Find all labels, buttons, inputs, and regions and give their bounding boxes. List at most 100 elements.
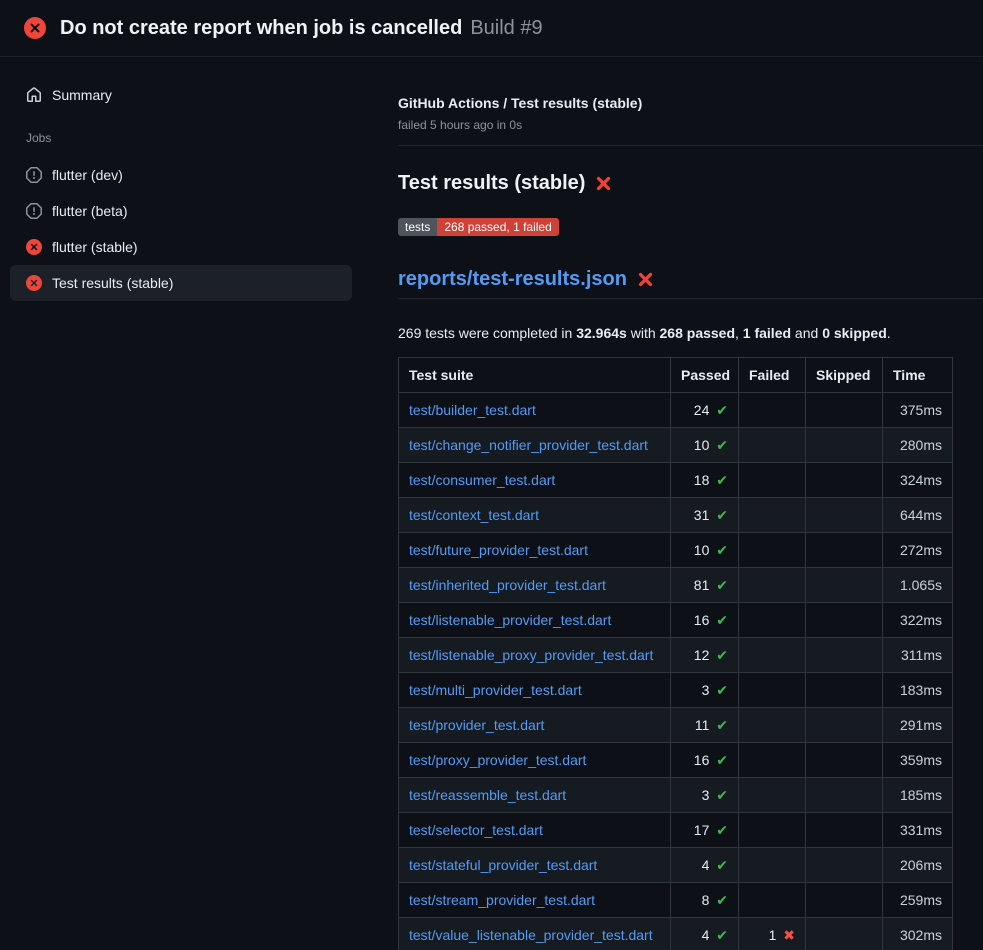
- table-row: test/selector_test.dart17 ✔331ms: [399, 813, 953, 848]
- report-title: reports/test-results.json: [398, 266, 983, 299]
- passed-cell: 16 ✔: [671, 743, 739, 778]
- sidebar-item-flutter-beta[interactable]: flutter (beta): [10, 193, 352, 229]
- suite-link[interactable]: test/reassemble_test.dart: [409, 787, 566, 803]
- suite-link[interactable]: test/listenable_provider_test.dart: [409, 612, 611, 628]
- time-cell: 272ms: [883, 533, 953, 568]
- report-link[interactable]: reports/test-results.json: [398, 266, 627, 292]
- check-icon: ✔: [716, 787, 728, 803]
- check-icon: ✔: [716, 717, 728, 733]
- suite-link[interactable]: test/listenable_proxy_provider_test.dart: [409, 647, 653, 663]
- summary-text: with: [627, 325, 660, 341]
- skipped-cell: [806, 533, 883, 568]
- failed-cell: [739, 428, 806, 463]
- check-icon: ✔: [716, 542, 728, 558]
- table-row: test/stream_provider_test.dart8 ✔259ms: [399, 883, 953, 918]
- table-row: test/stateful_provider_test.dart4 ✔206ms: [399, 848, 953, 883]
- table-row: test/consumer_test.dart 18 ✔ 324ms: [399, 463, 953, 498]
- skipped-cell: [806, 708, 883, 743]
- skipped-cell: [806, 883, 883, 918]
- failed-icon: [26, 239, 42, 255]
- table-row: test/proxy_provider_test.dart 16 ✔ 359ms: [399, 743, 953, 778]
- passed-cell: 3 ✔: [671, 778, 739, 813]
- results-table: Test suite Passed Failed Skipped Time te…: [398, 357, 953, 950]
- suite-link[interactable]: test/builder_test.dart: [409, 402, 536, 418]
- suite-link[interactable]: test/inherited_provider_test.dart: [409, 577, 606, 593]
- main-panel: GitHub Actions / Test results (stable) f…: [370, 57, 983, 950]
- table-header-row: Test suite Passed Failed Skipped Time: [399, 358, 953, 393]
- summary-text: ,: [735, 325, 743, 341]
- passed-cell: 4 ✔: [671, 848, 739, 883]
- suite-link[interactable]: test/selector_test.dart: [409, 822, 543, 838]
- badge-value: 268 passed, 1 failed: [437, 218, 558, 236]
- time-cell: 324ms: [883, 463, 953, 498]
- sidebar-item-label: flutter (beta): [52, 203, 127, 219]
- cancelled-icon: [26, 167, 42, 183]
- suite-cell: test/builder_test.dart: [399, 393, 671, 428]
- suite-link[interactable]: test/consumer_test.dart: [409, 472, 555, 488]
- sidebar-item-flutter-stable[interactable]: flutter (stable): [10, 229, 352, 265]
- passed-cell: 4 ✔: [671, 918, 739, 950]
- sidebar-item-test-results-stable[interactable]: Test results (stable): [10, 265, 352, 301]
- passed-cell: 18 ✔: [671, 463, 739, 498]
- skipped-cell: [806, 393, 883, 428]
- sidebar-item-summary[interactable]: Summary: [10, 77, 352, 113]
- failed-cell: [739, 393, 806, 428]
- skipped-cell: [806, 778, 883, 813]
- cross-mark-icon: [637, 271, 654, 288]
- sidebar-item-label: Test results (stable): [52, 275, 173, 291]
- col-header-skipped: Skipped: [806, 358, 883, 393]
- suite-cell: test/listenable_proxy_provider_test.dart: [399, 638, 671, 673]
- sidebar-item-label: Summary: [52, 87, 112, 103]
- col-header-passed: Passed: [671, 358, 739, 393]
- suite-cell: test/selector_test.dart: [399, 813, 671, 848]
- skipped-cell: [806, 673, 883, 708]
- check-icon: ✔: [716, 647, 728, 663]
- home-icon: [26, 87, 42, 103]
- time-cell: 259ms: [883, 883, 953, 918]
- check-icon: ✔: [716, 927, 728, 943]
- skipped-cell: [806, 428, 883, 463]
- time-cell: 644ms: [883, 498, 953, 533]
- suite-cell: test/inherited_provider_test.dart: [399, 568, 671, 603]
- time-cell: 359ms: [883, 743, 953, 778]
- run-meta: failed 5 hours ago in 0s: [398, 117, 983, 133]
- table-row: test/builder_test.dart24 ✔375ms: [399, 393, 953, 428]
- failed-cell: [739, 673, 806, 708]
- table-row: test/multi_provider_test.dart3 ✔183ms: [399, 673, 953, 708]
- suite-cell: test/reassemble_test.dart: [399, 778, 671, 813]
- time-cell: 375ms: [883, 393, 953, 428]
- summary-number: 268 passed: [660, 325, 736, 341]
- passed-cell: 3 ✔: [671, 673, 739, 708]
- time-cell: 311ms: [883, 638, 953, 673]
- summary-number: 1 failed: [743, 325, 791, 341]
- suite-link[interactable]: test/future_provider_test.dart: [409, 542, 588, 558]
- skipped-cell: [806, 848, 883, 883]
- suite-link[interactable]: test/change_notifier_provider_test.dart: [409, 437, 648, 453]
- summary-text: and: [791, 325, 822, 341]
- check-icon: ✔: [716, 507, 728, 523]
- suite-cell: test/stateful_provider_test.dart: [399, 848, 671, 883]
- time-cell: 1.065s: [883, 568, 953, 603]
- passed-cell: 16 ✔: [671, 603, 739, 638]
- passed-cell: 81 ✔: [671, 568, 739, 603]
- failed-cell: [739, 813, 806, 848]
- cross-icon: ✖: [783, 927, 795, 943]
- sidebar: Summary Jobs flutter (dev) flutter (beta…: [0, 57, 370, 950]
- col-header-time: Time: [883, 358, 953, 393]
- sidebar-item-flutter-dev[interactable]: flutter (dev): [10, 157, 352, 193]
- summary-number: 32.964s: [576, 325, 627, 341]
- table-row: test/provider_test.dart11 ✔291ms: [399, 708, 953, 743]
- tests-summary: 269 tests were completed in 32.964s with…: [398, 323, 983, 343]
- skipped-cell: [806, 463, 883, 498]
- time-cell: 331ms: [883, 813, 953, 848]
- suite-link[interactable]: test/proxy_provider_test.dart: [409, 752, 586, 768]
- breadcrumb: GitHub Actions / Test results (stable): [398, 93, 983, 113]
- suite-link[interactable]: test/value_listenable_provider_test.dart: [409, 927, 653, 943]
- suite-link[interactable]: test/provider_test.dart: [409, 717, 544, 733]
- suite-link[interactable]: test/stateful_provider_test.dart: [409, 857, 597, 873]
- suite-link[interactable]: test/multi_provider_test.dart: [409, 682, 582, 698]
- suite-link[interactable]: test/stream_provider_test.dart: [409, 892, 595, 908]
- failed-cell: [739, 533, 806, 568]
- divider: [398, 145, 983, 146]
- suite-link[interactable]: test/context_test.dart: [409, 507, 539, 523]
